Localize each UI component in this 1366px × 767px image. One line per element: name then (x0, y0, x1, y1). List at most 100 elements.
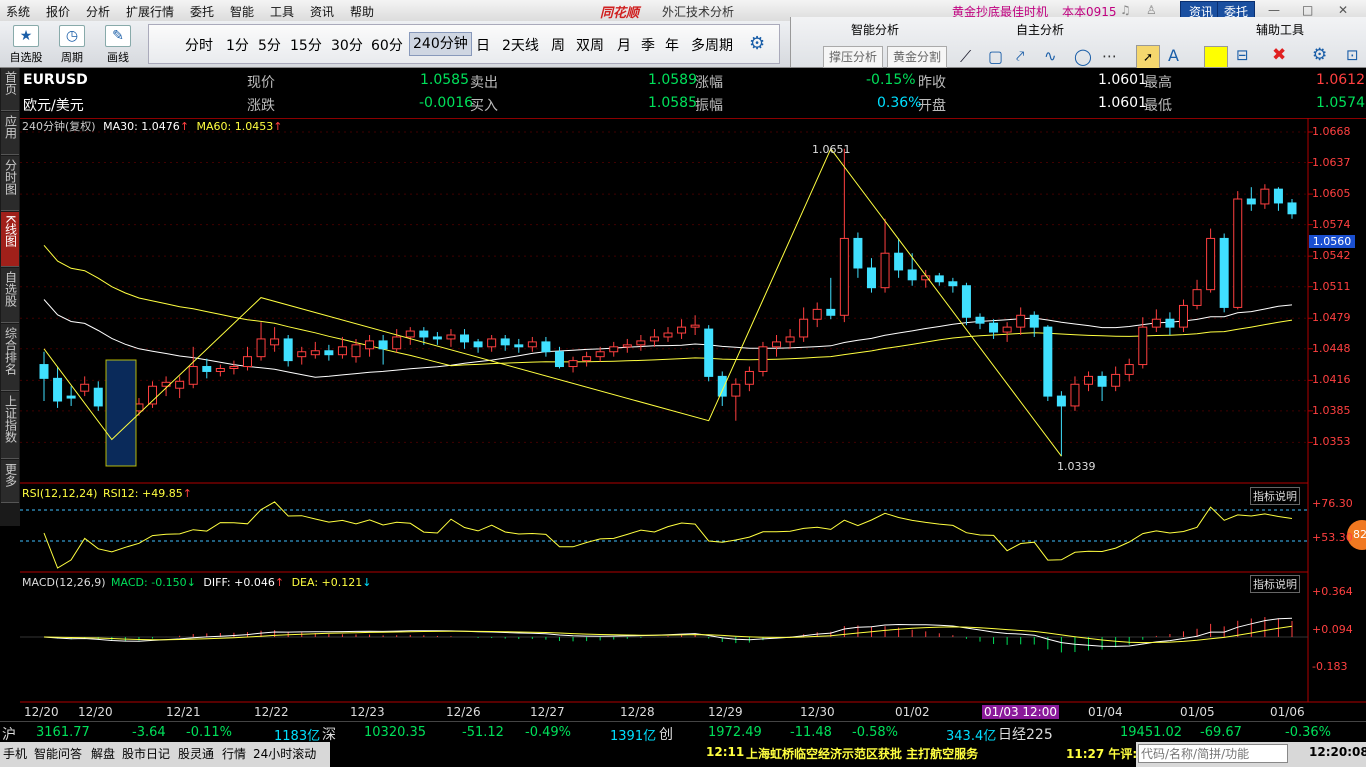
tab-more[interactable]: 更多 (1, 460, 19, 503)
nk-value: 19451.02 (1120, 725, 1183, 740)
comment-time: 11:27 午评: (1066, 747, 1138, 761)
sh-label: 沪 (2, 727, 16, 743)
candle (297, 351, 307, 358)
sz-pct: -0.49% (525, 725, 571, 740)
candle (649, 336, 659, 342)
candle (432, 336, 442, 340)
candle (717, 375, 727, 397)
candle (460, 334, 470, 343)
cy-label: 创 (659, 727, 673, 743)
candle (907, 269, 917, 281)
candle (215, 368, 225, 372)
candle (677, 326, 687, 334)
candle (812, 308, 822, 320)
status-qa[interactable]: 智能问答 (34, 745, 82, 762)
tab-home-label: 首页 (3, 71, 18, 95)
news-time: 12:11 (706, 745, 745, 759)
candle (1029, 314, 1039, 328)
rsi-axis-mid: +53.30 (1312, 531, 1353, 544)
x-tick-label: 12/21 (166, 705, 201, 719)
candle (1070, 383, 1080, 407)
candle (772, 341, 782, 348)
candle (1260, 188, 1270, 205)
candle (229, 366, 239, 370)
x-tick-label: 12/27 (530, 705, 565, 719)
candle (1043, 326, 1053, 397)
x-tick-label: 01/06 (1270, 705, 1305, 719)
macd-axis-low: -0.183 (1312, 660, 1348, 673)
candle (1219, 237, 1229, 308)
selection-box (105, 359, 137, 467)
sh-value: 3161.77 (36, 725, 90, 740)
left-tab-bar: 首页 应用 分时图 K线图 自选股 综合排名 上证指数 更多 (0, 68, 20, 526)
candle (785, 336, 795, 343)
tab-ranking[interactable]: 综合排名 (1, 324, 19, 391)
status-mobile[interactable]: 手机 (3, 745, 27, 762)
tab-watchlist-label: 自选股 (3, 271, 18, 307)
candle (365, 340, 375, 350)
rsi-line (43, 501, 1293, 569)
tab-home[interactable]: 首页 (1, 68, 19, 111)
candle (527, 341, 537, 348)
clock: 12:20:08 (1309, 745, 1366, 759)
candle (1056, 395, 1066, 407)
candle (690, 324, 700, 328)
nk-change: -69.67 (1200, 725, 1242, 740)
cy-value: 1972.49 (708, 725, 762, 740)
index-ticker: 沪 3161.77 -3.64 -0.11% 1183亿 深 10320.35 … (0, 721, 1366, 744)
candle (419, 330, 429, 338)
candle (1084, 375, 1094, 385)
status-rolling[interactable]: 24小时滚动 (253, 745, 316, 762)
status-gulingtong[interactable]: 股灵通 (178, 745, 214, 762)
y-tick-label: 1.0605 (1312, 187, 1351, 201)
tab-intraday[interactable]: 分时图 (1, 156, 19, 211)
candle (595, 351, 605, 358)
tab-more-label: 更多 (3, 463, 18, 487)
tab-kline-label: K线图 (3, 215, 18, 247)
price-chart[interactable] (20, 0, 1366, 721)
status-quotes[interactable]: 行情 (222, 745, 246, 762)
candle (609, 346, 619, 353)
cy-change: -11.48 (790, 725, 832, 740)
tab-sh-index[interactable]: 上证指数 (1, 392, 19, 459)
x-tick-label: 12/29 (708, 705, 743, 719)
candle (1124, 364, 1134, 375)
x-tick-label: 12/20 (78, 705, 113, 719)
y-tick-label: 1.0353 (1312, 435, 1351, 449)
candle (473, 341, 483, 348)
x-tick-label: 12/30 (800, 705, 835, 719)
candle (636, 340, 646, 346)
candle (731, 383, 741, 397)
candle (1111, 373, 1121, 387)
candle (242, 356, 252, 368)
x-tick-label: 01/04 (1088, 705, 1123, 719)
x-tick-label: 01/05 (1180, 705, 1215, 719)
news-headline[interactable]: 上海虹桥临空经济示范区获批 主打航空服务 (746, 745, 978, 762)
candle (663, 332, 673, 338)
candle (514, 344, 524, 348)
candle (80, 383, 90, 392)
candle (839, 237, 849, 316)
candle (894, 252, 904, 271)
candle (568, 360, 578, 368)
candle (1165, 318, 1175, 328)
candle (392, 336, 402, 350)
tab-kline[interactable]: K线图 (1, 212, 19, 267)
candle (1151, 318, 1161, 328)
candle (324, 350, 334, 356)
status-diary[interactable]: 股市日记 (122, 745, 170, 762)
search-input[interactable] (1138, 744, 1288, 763)
tab-watchlist[interactable]: 自选股 (1, 268, 19, 323)
candle (337, 346, 347, 356)
candle (582, 356, 592, 362)
y-tick-label: 1.0448 (1312, 341, 1351, 355)
candle (744, 370, 754, 385)
candle (541, 341, 551, 353)
y-tick-label: 1.0479 (1312, 311, 1351, 325)
candle (351, 344, 361, 358)
rsi-axis-high: +76.30 (1312, 497, 1353, 510)
x-tick-label: 01/02 (895, 705, 930, 719)
status-analysis[interactable]: 解盘 (91, 745, 115, 762)
high-annotation: 1.0651 (812, 143, 851, 156)
tab-apps[interactable]: 应用 (1, 112, 19, 155)
